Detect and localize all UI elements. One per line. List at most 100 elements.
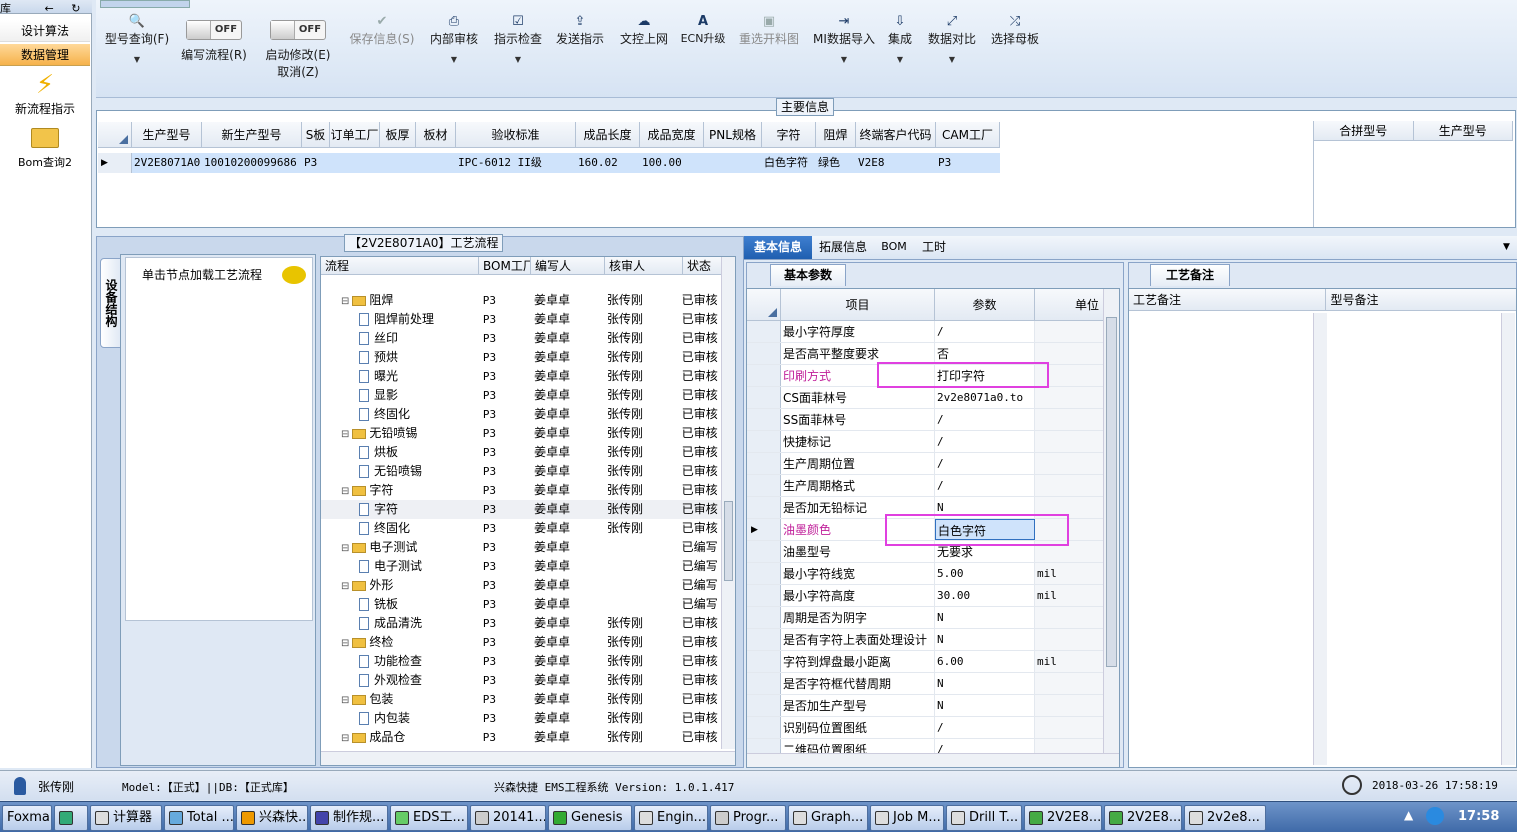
model-note-column[interactable]: 型号备注 bbox=[1326, 289, 1516, 310]
param-row[interactable]: 识别码位置图纸 / bbox=[747, 717, 1119, 739]
flow-node[interactable]: ⊟ 包装 bbox=[321, 690, 477, 709]
flow-row[interactable]: ⊟ 无铅喷锡 P3 姜卓卓 张传刚 已审核 bbox=[321, 424, 721, 443]
param-value[interactable]: 5.00 bbox=[935, 563, 1035, 584]
param-value[interactable]: / bbox=[935, 409, 1035, 430]
flow-node[interactable]: 阻焊前处理 bbox=[321, 310, 477, 329]
flow-row[interactable]: ⊟ 电子测试 P3 姜卓卓 已编写 bbox=[321, 538, 721, 557]
flow-row[interactable]: 显影 P3 姜卓卓 张传刚 已审核 bbox=[321, 386, 721, 405]
taskbar-item[interactable]: Total ... bbox=[164, 805, 234, 831]
flow-node[interactable]: ⊟ 成品仓 bbox=[321, 728, 477, 747]
flow-col-header[interactable]: 编写人 bbox=[531, 257, 605, 274]
param-row[interactable]: 是否有字符上表面处理设计 N bbox=[747, 629, 1119, 651]
main-row-cell[interactable]: 绿色 bbox=[816, 153, 856, 173]
main-row-cell[interactable] bbox=[704, 153, 762, 173]
params-col-unit[interactable]: 单位 bbox=[1035, 289, 1105, 320]
write-flow-switch[interactable]: OFF bbox=[186, 20, 242, 40]
main-col-header[interactable]: 订单工厂 bbox=[330, 122, 380, 148]
param-row[interactable]: CS面菲林号 2v2e8071a0.to bbox=[747, 387, 1119, 409]
param-row[interactable]: 生产周期位置 / bbox=[747, 453, 1119, 475]
flow-node[interactable]: ⊟ 终检 bbox=[321, 633, 477, 652]
param-value[interactable]: 否 bbox=[935, 343, 1035, 364]
document-tab[interactable] bbox=[100, 0, 190, 8]
param-row[interactable]: 最小字符高度 30.00 mil bbox=[747, 585, 1119, 607]
dropdown-arrow-icon[interactable]: ▼ bbox=[426, 55, 482, 65]
model-query-button[interactable]: 🔍 型号查询(F) ▼ bbox=[102, 14, 172, 65]
flow-row[interactable]: ⊟ 终检 P3 姜卓卓 张传刚 已审核 bbox=[321, 633, 721, 652]
param-value[interactable]: N bbox=[935, 607, 1035, 628]
params-scrollbar[interactable] bbox=[1103, 289, 1119, 755]
param-value[interactable]: 6.00 bbox=[935, 651, 1035, 672]
dropdown-arrow-icon[interactable]: ▼ bbox=[102, 55, 172, 65]
nav-item-data-management[interactable]: 数据管理 bbox=[0, 44, 90, 66]
flow-row[interactable]: 无铅喷锡 P3 姜卓卓 张传刚 已审核 bbox=[321, 462, 721, 481]
param-row[interactable]: 最小字符厚度 / bbox=[747, 321, 1119, 343]
flow-node[interactable]: ⊟ 电子测试 bbox=[321, 538, 477, 557]
flow-node[interactable]: 曝光 bbox=[321, 367, 477, 386]
merge-model-column[interactable]: 合拼型号 bbox=[1314, 121, 1414, 141]
flow-node[interactable]: ⊟ 字符 bbox=[321, 481, 477, 500]
dropdown-arrow-icon[interactable]: ▼ bbox=[810, 55, 878, 65]
internal-review-button[interactable]: ⎙ 内部审核 ▼ bbox=[426, 14, 482, 65]
tab-basic-params[interactable]: 基本参数 bbox=[770, 264, 846, 286]
write-flow-toggle[interactable]: OFF 编写流程(R) bbox=[178, 14, 250, 63]
ecn-upgrade-button[interactable]: A ECN升级 bbox=[678, 14, 728, 46]
flow-node[interactable]: 铣板 bbox=[321, 595, 477, 614]
collapse-toggle-icon[interactable]: ⊟ bbox=[341, 638, 349, 649]
param-row[interactable]: 最小字符线宽 5.00 mil bbox=[747, 563, 1119, 585]
param-row[interactable]: 字符到焊盘最小距离 6.00 mil bbox=[747, 651, 1119, 673]
process-note-column[interactable]: 工艺备注 bbox=[1129, 289, 1327, 310]
start-edit-switch[interactable]: OFF bbox=[270, 20, 326, 40]
flow-col-header[interactable]: BOM工厂 bbox=[479, 257, 531, 274]
flow-node[interactable]: 预烘 bbox=[321, 348, 477, 367]
taskbar-clock[interactable]: 17:58 bbox=[1458, 809, 1499, 824]
flow-col-header[interactable]: 核审人 bbox=[605, 257, 683, 274]
main-row-cell[interactable]: 160.02 bbox=[576, 153, 640, 173]
flow-row[interactable]: 内包装 P3 姜卓卓 张传刚 已审核 bbox=[321, 709, 721, 728]
flow-node[interactable]: 烘板 bbox=[321, 443, 477, 462]
taskbar-item[interactable]: 2V2E8... bbox=[1104, 805, 1182, 831]
main-col-header[interactable]: 成品长度 bbox=[576, 122, 640, 148]
flow-row[interactable]: 铣板 P3 姜卓卓 已编写 bbox=[321, 595, 721, 614]
params-hscrollbar[interactable] bbox=[747, 753, 1119, 767]
flow-row[interactable]: 字符 P3 姜卓卓 张传刚 已审核 bbox=[321, 500, 721, 519]
param-value[interactable]: 30.00 bbox=[935, 585, 1035, 606]
main-row-cell[interactable]: 白色字符 bbox=[762, 153, 816, 173]
param-value[interactable]: / bbox=[935, 321, 1035, 342]
main-col-header[interactable]: 新生产型号 bbox=[202, 122, 302, 148]
taskbar-item[interactable]: Progr... bbox=[710, 805, 786, 831]
flow-row[interactable]: 阻焊前处理 P3 姜卓卓 张传刚 已审核 bbox=[321, 310, 721, 329]
tray-arrow-icon[interactable]: ▲ bbox=[1404, 808, 1413, 822]
param-row[interactable]: 是否字符框代替周期 N bbox=[747, 673, 1119, 695]
main-row-cell[interactable] bbox=[416, 153, 456, 173]
main-col-header[interactable]: 验收标准 bbox=[456, 122, 576, 148]
flow-row[interactable]: ⊟ 外形 P3 姜卓卓 已编写 bbox=[321, 576, 721, 595]
flow-node[interactable]: 显影 bbox=[321, 386, 477, 405]
main-col-header[interactable]: 终端客户代码 bbox=[856, 122, 936, 148]
taskbar-item[interactable]: 计算器 bbox=[90, 805, 162, 831]
taskbar-item[interactable] bbox=[54, 805, 88, 831]
collapse-toggle-icon[interactable]: ⊟ bbox=[341, 486, 349, 497]
flow-col-header[interactable]: 流程 bbox=[321, 257, 479, 274]
flow-row[interactable]: 电子测试 P3 姜卓卓 已编写 bbox=[321, 557, 721, 576]
tab-extended-info[interactable]: 拓展信息 bbox=[812, 236, 874, 259]
production-model-column[interactable]: 生产型号 bbox=[1413, 121, 1513, 141]
flow-row[interactable]: ⊟ 包装 P3 姜卓卓 张传刚 已审核 bbox=[321, 690, 721, 709]
main-col-header[interactable]: 板材 bbox=[416, 122, 456, 148]
flow-node[interactable]: 字符 bbox=[321, 500, 477, 519]
flow-node[interactable]: 外观检查 bbox=[321, 671, 477, 690]
send-instruction-button[interactable]: ⇪ 发送指示 bbox=[552, 14, 608, 47]
main-info-row[interactable]: ▶ 2V2E8071A0 10010200099686 P3 IPC-6012 II级… bbox=[98, 153, 1000, 173]
param-value[interactable]: / bbox=[935, 431, 1035, 452]
flow-node[interactable]: ⊟ 无铅喷锡 bbox=[321, 424, 477, 443]
main-row-cell[interactable]: 10010200099686 bbox=[202, 153, 302, 173]
collapse-toggle-icon[interactable]: ⊟ bbox=[341, 581, 349, 592]
param-value[interactable]: / bbox=[935, 717, 1035, 738]
main-col-header[interactable]: PNL规格 bbox=[704, 122, 762, 148]
param-value[interactable]: N bbox=[935, 629, 1035, 650]
main-row-cell[interactable]: V2E8 bbox=[856, 153, 936, 173]
flow-node[interactable]: ⊟ 阻焊 bbox=[321, 291, 477, 310]
taskbar-item[interactable]: 制作规... bbox=[310, 805, 388, 831]
flow-node[interactable]: 电子测试 bbox=[321, 557, 477, 576]
collapse-toggle-icon[interactable]: ⊟ bbox=[341, 543, 349, 554]
new-flow-tile[interactable]: ⚡ 新流程指示 bbox=[0, 70, 90, 117]
